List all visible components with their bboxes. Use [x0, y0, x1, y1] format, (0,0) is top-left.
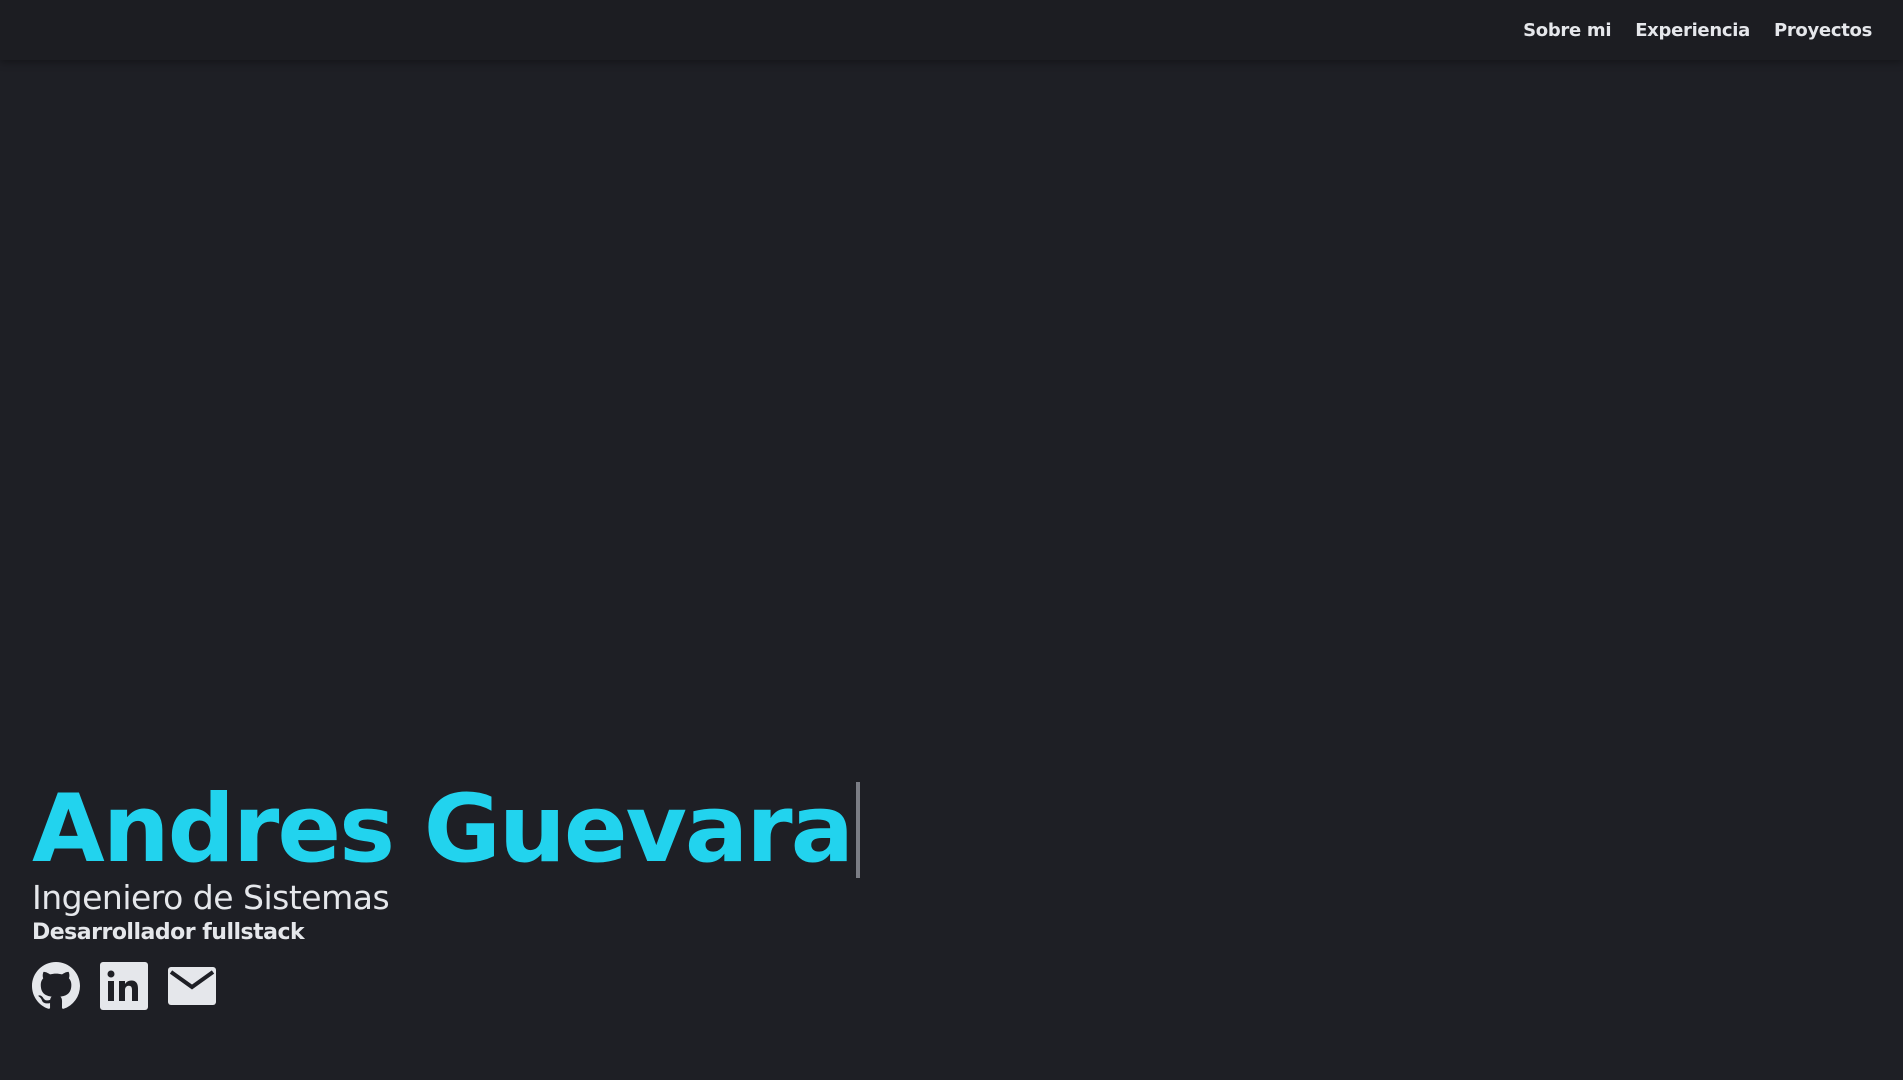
- github-link[interactable]: [32, 962, 80, 1010]
- hero-title: Ingeniero de Sistemas: [32, 878, 390, 917]
- hero-section: Andres Guevara Ingeniero de Sistemas Des…: [32, 775, 861, 1010]
- main-nav: Sobre mi Experiencia Proyectos: [1523, 0, 1872, 60]
- github-icon: [32, 962, 80, 1009]
- linkedin-icon: [100, 962, 148, 1010]
- hero-name-wrapper: Andres Guevara: [32, 775, 861, 884]
- nav-link-proyectos[interactable]: Proyectos: [1774, 20, 1872, 41]
- hero-name: Andres Guevara: [32, 775, 854, 884]
- social-links: [32, 962, 860, 1010]
- linkedin-link[interactable]: [100, 962, 148, 1010]
- top-navbar: Sobre mi Experiencia Proyectos: [0, 0, 1903, 60]
- hero-subtitle: Desarrollador fullstack: [32, 920, 305, 945]
- nav-link-sobre-mi[interactable]: Sobre mi: [1523, 20, 1611, 41]
- typing-cursor: [856, 782, 861, 878]
- mail-icon: [168, 967, 216, 1005]
- email-link[interactable]: [168, 962, 216, 1010]
- nav-link-experiencia[interactable]: Experiencia: [1635, 20, 1750, 41]
